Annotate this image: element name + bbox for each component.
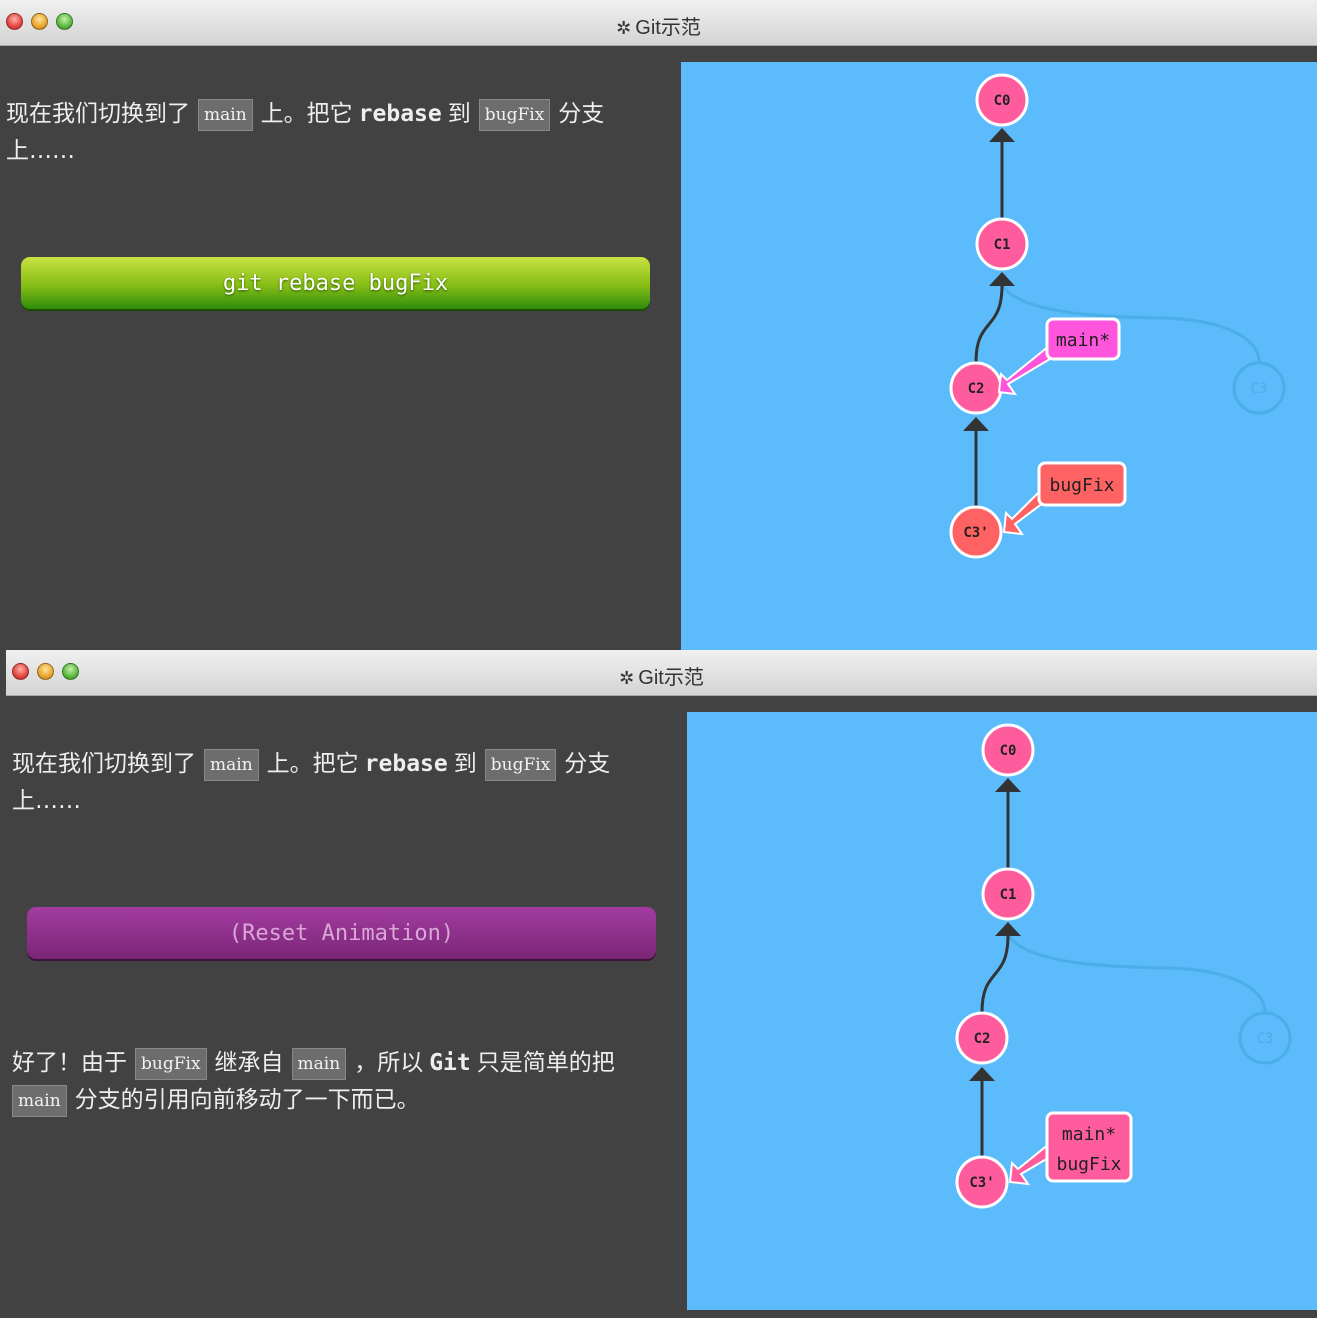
commit-label: C0 [1000,743,1017,759]
code-bugfix: bugFix [484,748,557,781]
code-main: main [291,1047,347,1080]
commit-label: C2 [974,1031,991,1047]
arrowhead [969,1067,995,1081]
arrowhead [995,922,1021,936]
ghost-edge [1000,284,1261,363]
demo-window-bottom: ✲ Git示范 现在我们切换到了 main 上。把它 rebase 到 bugFix 分支 上… [6,650,1317,1318]
commit-label: C3' [969,1175,994,1191]
edge-c2-c1 [980,934,1010,1013]
commit-label: C0 [994,93,1011,109]
intro-text: 现在我们切换到了 main 上。把它 rebase 到 bugFix 分支 上…… [6,96,666,170]
window-title: ✲ Git示范 [619,667,704,689]
code-main: main [12,1084,67,1117]
arrowhead [963,417,989,431]
commit-label: C2 [968,381,985,397]
gear-icon: ✲ [616,18,632,38]
code-main: main [198,98,253,131]
title-bar: ✲ Git示范 [6,650,1317,696]
demo-window-top: ✲ Git示范 现在我们切换到了 main 上。把它 rebase 到 bugFix 分支 上… [0,0,1317,650]
window-title: ✲ Git示范 [616,17,701,39]
git-graph: C3 C0 C1 C2 C3' main* bugFix [955,723,1292,1209]
branch-label: main* [1062,1124,1116,1145]
commit-label: C3 [1257,1031,1274,1047]
code-bugfix: bugFix [478,98,551,131]
branch-label: bugFix [1049,475,1114,496]
bold-git: Git [429,1050,471,1076]
commit-label: C1 [1000,887,1017,903]
git-graph: C3 C0 C1 C2 C3' main* bugFix [949,73,1286,559]
git-graph-canvas: C3 C0 C1 C2 C3' main* bugFix [681,62,1317,650]
title-bar: ✲ Git示范 [0,0,1317,46]
reset-animation-button[interactable]: (Reset Animation) [27,907,656,959]
arrowhead [989,128,1015,142]
run-command-button[interactable]: git rebase bugFix [21,257,650,309]
code-bugfix: bugFix [135,1047,207,1080]
git-graph-canvas: C3 C0 C1 C2 C3' main* bugFix [687,712,1317,1310]
gear-icon: ✲ [619,668,635,688]
intro-text: 现在我们切换到了 main 上。把它 rebase 到 bugFix 分支 上…… [12,746,672,820]
bold-rebase: rebase [358,101,442,127]
bold-rebase: rebase [364,751,448,777]
code-main: main [204,748,259,781]
branch-label: bugFix [1056,1154,1121,1175]
outro-text: 好了！由于 bugFix 继承自 main ，所以 Git 只是简单的把 main 分支的引用… [12,1045,672,1119]
commit-label: C1 [994,237,1011,253]
edge-c2-c1 [974,284,1004,363]
branch-label: main* [1056,330,1110,351]
arrowhead [989,272,1015,286]
commit-label: C3 [1251,381,1268,397]
ghost-edge [1006,934,1267,1013]
arrowhead [995,778,1021,792]
commit-label: C3' [963,525,988,541]
